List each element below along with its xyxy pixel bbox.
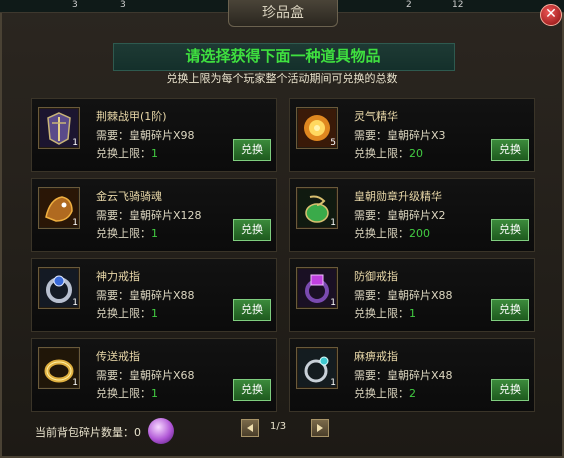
item-slot[interactable]: 1 — [38, 107, 80, 149]
item-panel: 1 防御戒指 需要：皇朝碎片X88 兑换上限：1 兑换 — [289, 258, 535, 332]
item-name: 皇朝勋章升级精华 — [354, 190, 442, 203]
exchange-button[interactable]: 兑换 — [491, 219, 529, 241]
item-slot[interactable]: 1 — [296, 347, 338, 389]
item-name: 防御戒指 — [354, 270, 398, 283]
limit-value: 1 — [409, 307, 416, 320]
exchange-button[interactable]: 兑换 — [491, 379, 529, 401]
limit-label: 兑换上限： — [96, 307, 151, 320]
item-slot[interactable]: 1 — [38, 187, 80, 229]
item-cost: 需要：皇朝碎片X3 — [354, 129, 446, 142]
item-cost: 需要：皇朝碎片X2 — [354, 209, 446, 222]
item-count: 1 — [330, 298, 336, 308]
item-limit: 兑换上限：200 — [354, 225, 430, 241]
item-count: 1 — [72, 138, 78, 148]
item-count: 1 — [72, 218, 78, 228]
item-limit: 兑换上限：1 — [354, 305, 416, 321]
window-title: 珍品盒 — [228, 0, 338, 27]
page-indicator: 1/3 — [270, 421, 287, 432]
item-name: 荆棘战甲(1阶) — [96, 110, 167, 123]
item-slot[interactable]: 1 — [38, 347, 80, 389]
top-count: 2 — [406, 0, 412, 10]
item-cost: 需要：皇朝碎片X128 — [96, 209, 202, 222]
exchange-button[interactable]: 兑换 — [491, 139, 529, 161]
prev-page-button[interactable] — [241, 419, 259, 437]
arrow-left-icon — [247, 424, 253, 432]
top-count: 3 — [72, 0, 78, 10]
limit-value: 200 — [409, 227, 430, 240]
limit-label: 兑换上限： — [354, 387, 409, 400]
item-name: 金云飞骑骑魂 — [96, 190, 162, 203]
item-slot[interactable]: 1 — [296, 267, 338, 309]
banner-title: 请选择获得下面一种道具物品 — [185, 47, 381, 65]
arrow-right-icon — [317, 424, 323, 432]
item-panel: 1 皇朝勋章升级精华 需要：皇朝碎片X2 兑换上限：200 兑换 — [289, 178, 535, 252]
exchange-button[interactable]: 兑换 — [233, 299, 271, 321]
item-name: 灵气精华 — [354, 110, 398, 123]
item-slot[interactable]: 1 — [296, 187, 338, 229]
item-cost: 需要：皇朝碎片X98 — [96, 129, 195, 142]
close-icon: ✕ — [545, 6, 557, 22]
item-panel: 1 传送戒指 需要：皇朝碎片X68 兑换上限：1 兑换 — [31, 338, 277, 412]
exchange-button[interactable]: 兑换 — [233, 139, 271, 161]
fragment-count-label: 当前背包碎片数量：0 — [35, 426, 141, 439]
limit-label: 兑换上限： — [354, 307, 409, 320]
item-count: 1 — [72, 378, 78, 388]
item-limit: 兑换上限：2 — [354, 385, 416, 401]
limit-label: 兑换上限： — [354, 227, 409, 240]
item-count: 1 — [72, 298, 78, 308]
item-limit: 兑换上限：1 — [96, 385, 158, 401]
limit-label: 兑换上限： — [96, 147, 151, 160]
item-limit: 兑换上限：20 — [354, 145, 423, 161]
limit-value: 20 — [409, 147, 423, 160]
item-slot[interactable]: 5 — [296, 107, 338, 149]
top-count: 12 — [452, 0, 464, 10]
item-name: 传送戒指 — [96, 350, 140, 363]
item-limit: 兑换上限：1 — [96, 145, 158, 161]
item-limit: 兑换上限：1 — [96, 225, 158, 241]
limit-value: 1 — [151, 147, 158, 160]
item-panel: 1 神力戒指 需要：皇朝碎片X88 兑换上限：1 兑换 — [31, 258, 277, 332]
limit-label: 兑换上限： — [354, 147, 409, 160]
limit-value: 1 — [151, 307, 158, 320]
fragment-orb-icon — [148, 418, 174, 444]
item-name: 麻痹戒指 — [354, 350, 398, 363]
item-count: 5 — [330, 138, 336, 148]
item-name: 神力戒指 — [96, 270, 140, 283]
item-panel: 1 金云飞骑骑魂 需要：皇朝碎片X128 兑换上限：1 兑换 — [31, 178, 277, 252]
item-cost: 需要：皇朝碎片X88 — [96, 289, 195, 302]
exchange-button[interactable]: 兑换 — [233, 219, 271, 241]
item-count: 1 — [330, 378, 336, 388]
item-cost: 需要：皇朝碎片X68 — [96, 369, 195, 382]
item-panel: 1 麻痹戒指 需要：皇朝碎片X48 兑换上限：2 兑换 — [289, 338, 535, 412]
limit-value: 1 — [151, 387, 158, 400]
exchange-button[interactable]: 兑换 — [233, 379, 271, 401]
item-panel: 1 荆棘战甲(1阶) 需要：皇朝碎片X98 兑换上限：1 兑换 — [31, 98, 277, 172]
item-limit: 兑换上限：1 — [96, 305, 158, 321]
top-count: 3 — [120, 0, 126, 10]
close-button[interactable]: ✕ — [540, 4, 562, 26]
item-slot[interactable]: 1 — [38, 267, 80, 309]
item-panel: 5 灵气精华 需要：皇朝碎片X3 兑换上限：20 兑换 — [289, 98, 535, 172]
exchange-button[interactable]: 兑换 — [491, 299, 529, 321]
limit-value: 2 — [409, 387, 416, 400]
item-cost: 需要：皇朝碎片X88 — [354, 289, 453, 302]
limit-label: 兑换上限： — [96, 387, 151, 400]
limit-label: 兑换上限： — [96, 227, 151, 240]
item-count: 1 — [330, 218, 336, 228]
banner-subtitle: 兑换上限为每个玩家整个活动期间可兑换的总数 — [166, 72, 398, 85]
item-cost: 需要：皇朝碎片X48 — [354, 369, 453, 382]
limit-value: 1 — [151, 227, 158, 240]
next-page-button[interactable] — [311, 419, 329, 437]
